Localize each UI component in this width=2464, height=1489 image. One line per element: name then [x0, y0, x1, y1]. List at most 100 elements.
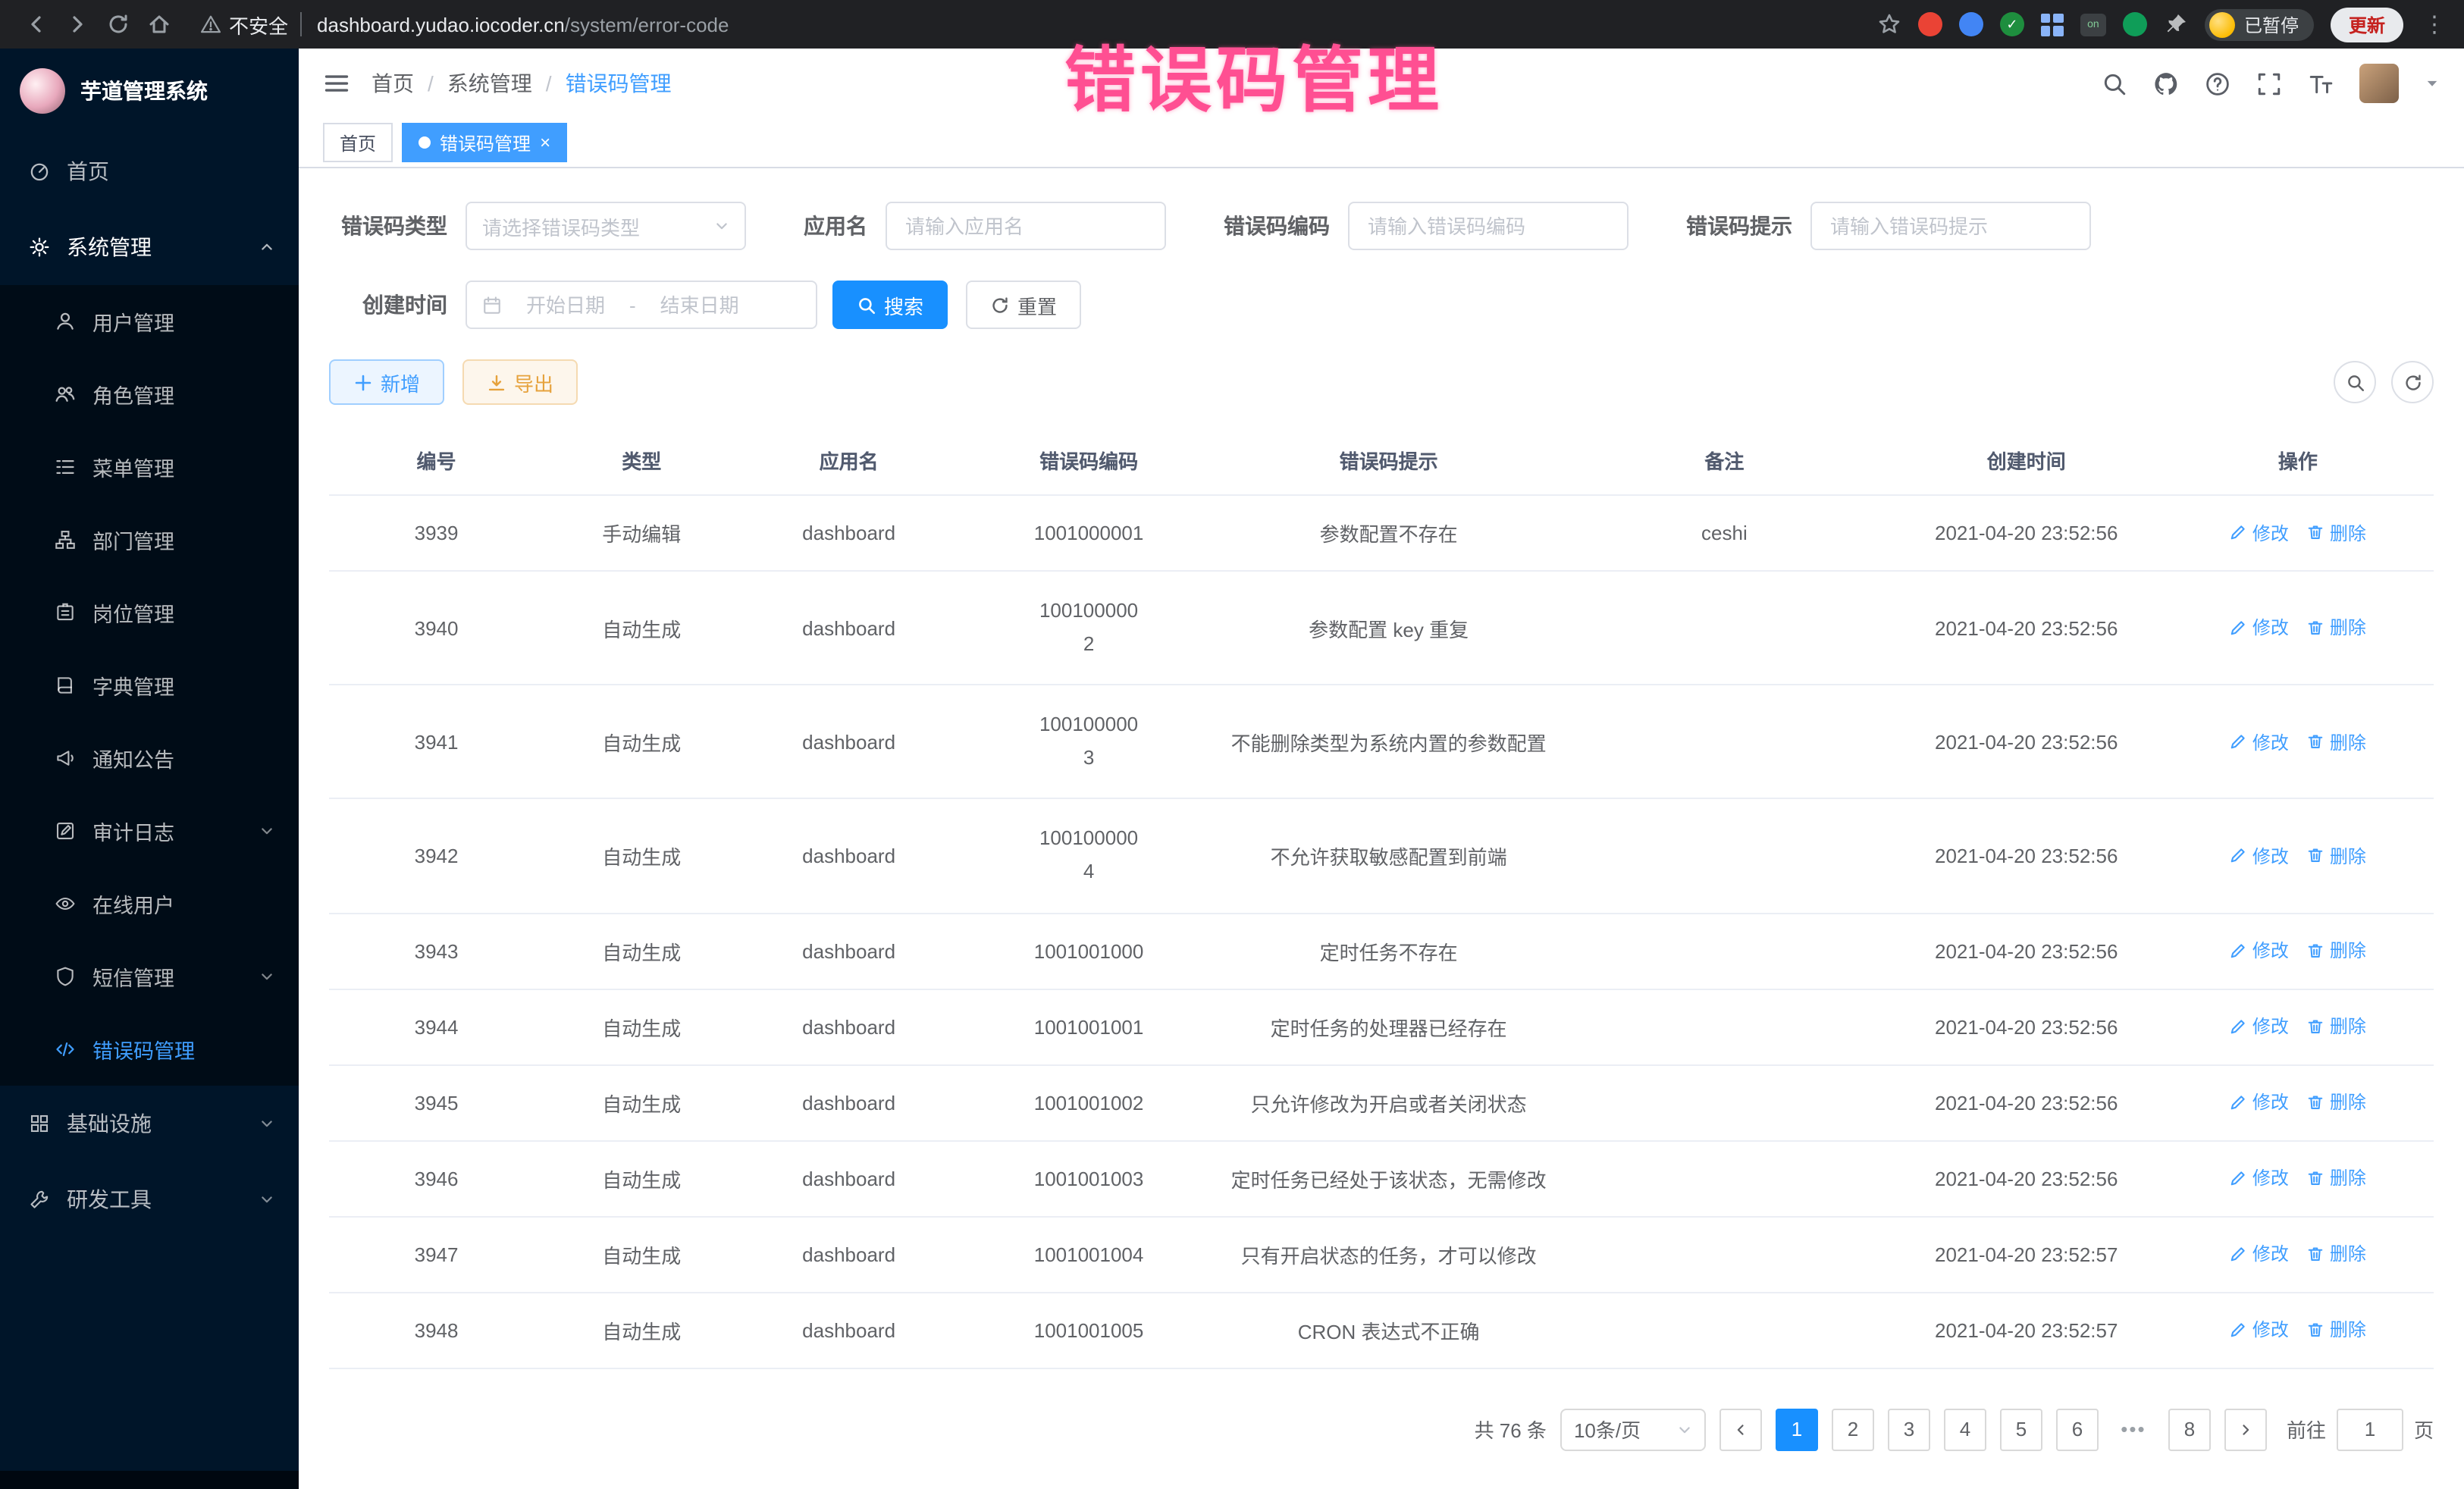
chevron-down-icon[interactable]	[2425, 76, 2440, 91]
back-icon[interactable]	[15, 4, 56, 45]
pagination-page-1[interactable]: 1	[1776, 1408, 1818, 1450]
edit-link[interactable]: 修改	[2230, 1014, 2289, 1039]
delete-link[interactable]: 删除	[2307, 938, 2366, 964]
pagination-page-6[interactable]: 6	[2056, 1408, 2099, 1450]
edit-link[interactable]: 修改	[2230, 615, 2289, 641]
page-size-select[interactable]: 10条/页	[1560, 1408, 1706, 1450]
goto-page-input[interactable]	[2337, 1408, 2403, 1450]
cell-id: 3939	[329, 495, 544, 571]
refresh-table-button[interactable]	[2391, 361, 2434, 403]
date-end-input[interactable]	[645, 293, 754, 316]
user-avatar[interactable]	[2359, 64, 2399, 103]
browser-menu-icon[interactable]: ⋮	[2420, 11, 2449, 38]
pagination-page-4[interactable]: 4	[1944, 1408, 1986, 1450]
tab-home[interactable]: 首页	[323, 123, 393, 162]
delete-link[interactable]: 删除	[2307, 842, 2366, 868]
sidebar-item-user-management[interactable]: 用户管理	[0, 285, 299, 358]
sidebar-item-role-management[interactable]: 角色管理	[0, 358, 299, 431]
sidebar-item-home[interactable]: 首页	[0, 133, 299, 209]
help-icon[interactable]	[2205, 71, 2230, 96]
search-button[interactable]: 搜索	[832, 281, 948, 329]
cell-actions: 修改删除	[2162, 1140, 2434, 1216]
extension-grid-icon[interactable]	[2041, 13, 2064, 36]
edit-link[interactable]: 修改	[2230, 938, 2289, 964]
pagination-page-3[interactable]: 3	[1888, 1408, 1930, 1450]
tab-active-dot	[419, 136, 431, 149]
show-search-button[interactable]	[2334, 361, 2376, 403]
github-icon[interactable]	[2153, 71, 2179, 96]
browser-update-button[interactable]: 更新	[2331, 7, 2403, 42]
sidebar-item-menu-management[interactable]: 菜单管理	[0, 431, 299, 503]
edit-link[interactable]: 修改	[2230, 1241, 2289, 1267]
sidebar-item-audit-log[interactable]: 审计日志	[0, 795, 299, 867]
edit-link[interactable]: 修改	[2230, 1089, 2289, 1115]
sidebar-item-infrastructure[interactable]: 基础设施	[0, 1086, 299, 1161]
extension-leaf-icon[interactable]	[2123, 12, 2147, 36]
cell-time: 2021-04-20 23:52:56	[1891, 1064, 2162, 1140]
extension-blue-icon[interactable]	[1959, 12, 1983, 36]
app-name-input[interactable]	[886, 202, 1166, 250]
error-msg-input[interactable]	[1810, 202, 2091, 250]
security-indicator[interactable]: 不安全	[200, 10, 288, 39]
sidebar-item-system[interactable]: 系统管理	[0, 209, 299, 285]
cell-remark: ceshi	[1558, 495, 1891, 571]
add-button[interactable]: 新增	[329, 359, 444, 405]
pagination-page-8[interactable]: 8	[2168, 1408, 2211, 1450]
extension-record-icon[interactable]	[1918, 12, 1942, 36]
sidebar-item-online-users[interactable]: 在线用户	[0, 867, 299, 940]
sidebar-item-sms-management[interactable]: 短信管理	[0, 940, 299, 1013]
breadcrumb-item[interactable]: 首页	[371, 68, 414, 99]
edit-link[interactable]: 修改	[2230, 1317, 2289, 1343]
error-code-input[interactable]	[1348, 202, 1629, 250]
edit-link[interactable]: 修改	[2230, 1165, 2289, 1191]
pagination-prev-button[interactable]	[1719, 1408, 1762, 1450]
cell-code: 1001001001	[958, 989, 1219, 1064]
home-icon[interactable]	[138, 4, 179, 45]
profile-chip[interactable]: 已暂停	[2205, 8, 2314, 40]
extension-vpn-icon[interactable]: on	[2080, 13, 2106, 36]
sidebar-item-error-code-management[interactable]: 错误码管理	[0, 1013, 299, 1086]
pagination-page-5[interactable]: 5	[2000, 1408, 2042, 1450]
app-logo[interactable]: 芋道管理系统	[0, 49, 299, 133]
edit-link[interactable]: 修改	[2230, 729, 2289, 754]
sidebar-item-dev-tools[interactable]: 研发工具	[0, 1161, 299, 1237]
extension-pin-icon[interactable]	[2164, 12, 2188, 36]
delete-link[interactable]: 删除	[2307, 1241, 2366, 1267]
date-start-input[interactable]	[511, 293, 620, 316]
delete-link[interactable]: 删除	[2307, 1014, 2366, 1039]
sidebar-item-dept-management[interactable]: 部门管理	[0, 503, 299, 576]
reload-icon[interactable]	[97, 4, 138, 45]
export-button[interactable]: 导出	[462, 359, 578, 405]
sidebar-item-label: 在线用户	[92, 889, 174, 919]
date-separator: -	[629, 293, 636, 316]
tab-error-code-management[interactable]: 错误码管理 ×	[402, 123, 567, 162]
delete-link[interactable]: 删除	[2307, 1317, 2366, 1343]
edit-link[interactable]: 修改	[2230, 842, 2289, 868]
cell-actions: 修改删除	[2162, 989, 2434, 1064]
sidebar-item-post-management[interactable]: 岗位管理	[0, 576, 299, 649]
pagination-next-button[interactable]	[2224, 1408, 2267, 1450]
search-icon[interactable]	[2102, 71, 2127, 96]
pagination-ellipsis[interactable]: •••	[2112, 1408, 2155, 1450]
sidebar-item-notice-management[interactable]: 通知公告	[0, 722, 299, 795]
delete-link[interactable]: 删除	[2307, 1165, 2366, 1191]
bookmark-star-icon[interactable]	[1877, 12, 1901, 36]
sidebar-item-dict-management[interactable]: 字典管理	[0, 649, 299, 722]
forward-icon[interactable]	[56, 4, 97, 45]
error-type-select[interactable]: 请选择错误码类型	[466, 202, 746, 250]
delete-link[interactable]: 删除	[2307, 1089, 2366, 1115]
reset-button[interactable]: 重置	[966, 281, 1081, 329]
delete-link[interactable]: 删除	[2307, 520, 2366, 546]
extension-check-icon[interactable]: ✓	[2000, 12, 2024, 36]
breadcrumb-item[interactable]: 系统管理	[447, 68, 532, 99]
fullscreen-icon[interactable]	[2256, 71, 2282, 96]
date-range-picker[interactable]: -	[466, 281, 817, 329]
delete-link[interactable]: 删除	[2307, 615, 2366, 641]
address-bar[interactable]: dashboard.yudao.iocoder.cn/system/error-…	[317, 13, 729, 36]
collapse-sidebar-icon[interactable]	[323, 70, 350, 97]
delete-link[interactable]: 删除	[2307, 729, 2366, 754]
pagination-page-2[interactable]: 2	[1832, 1408, 1874, 1450]
edit-link[interactable]: 修改	[2230, 520, 2289, 546]
font-size-icon[interactable]	[2308, 71, 2334, 96]
tab-close-icon[interactable]: ×	[540, 133, 550, 152]
